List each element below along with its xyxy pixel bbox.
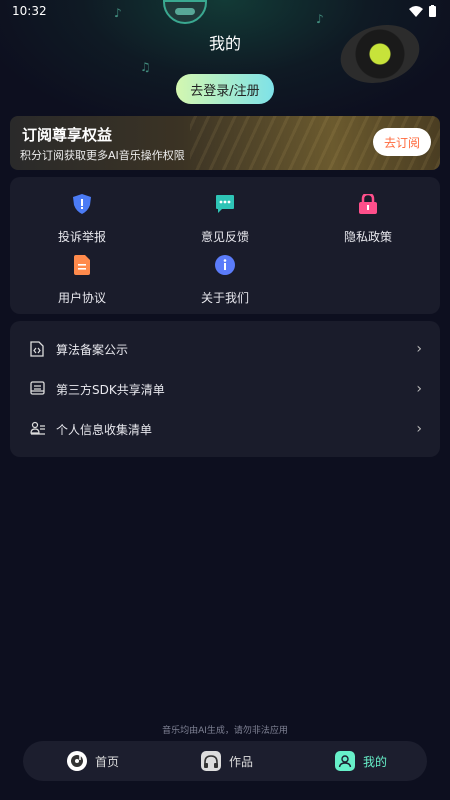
tab-mine[interactable]: 我的 [335,750,387,772]
service-grid-card: 投诉举报 意见反馈 隐私政策 用户协议 关于我们 [10,177,440,314]
vip-title: 订阅尊享权益 [22,126,113,144]
headphones-icon [201,751,221,771]
wifi-icon [409,5,423,17]
chevron-right-icon: › [416,421,422,437]
list-item-personal-info[interactable]: 个人信息收集清单 › [10,409,440,449]
id-card-icon [30,421,46,437]
tab-label: 首页 [95,754,120,769]
list-item-label: 个人信息收集清单 [56,422,153,437]
status-icons [409,5,436,17]
bottom-tab-bar: 首页 作品 我的 [23,741,427,781]
login-register-button[interactable]: 去登录/注册 [176,74,274,104]
grid-item-feedback[interactable]: 意见反馈 [155,193,295,245]
list-item-third-party-sdk[interactable]: 第三方SDK共享清单 › [10,369,440,409]
status-bar: 10:32 [0,0,450,22]
grid-item-complaint[interactable]: 投诉举报 [12,193,152,245]
grid-item-user-agreement[interactable]: 用户协议 [12,254,152,306]
tab-label: 我的 [363,754,388,769]
music-disc-icon [67,751,87,771]
tab-home[interactable]: 首页 [67,750,119,772]
grid-item-label: 投诉举报 [57,230,106,244]
user-icon [335,751,355,771]
grid-item-about-us[interactable]: 关于我们 [155,254,295,306]
ai-music-disclaimer: 音乐均由AI生成，请勿非法应用 [162,726,288,736]
music-note-icon: ♪ [316,12,324,26]
subscribe-button[interactable]: 去订阅 [373,128,431,156]
shield-alert-icon [71,193,93,215]
code-file-icon [30,341,46,357]
battery-icon [429,5,436,17]
tab-label: 作品 [229,754,254,769]
page-title: 我的 [208,34,241,53]
chat-bubble-icon [214,193,236,215]
chevron-right-icon: › [416,381,422,397]
grid-item-label: 意见反馈 [200,230,249,244]
lock-icon [357,193,379,215]
music-note-icon: ♫ [140,60,151,74]
list-item-label: 算法备案公示 [56,342,129,357]
vip-subtitle: 积分订阅获取更多AI音乐操作权限 [20,149,185,162]
music-note-icon: ♪ [114,6,122,20]
list-item-label: 第三方SDK共享清单 [56,382,165,397]
info-list-card: 算法备案公示 › 第三方SDK共享清单 › 个人信息收集清单 › [10,321,440,457]
tab-works[interactable]: 作品 [201,750,253,772]
grid-item-label: 用户协议 [57,291,106,305]
info-icon [214,254,236,276]
list-item-algorithm-filing[interactable]: 算法备案公示 › [10,329,440,369]
grid-item-privacy[interactable]: 隐私政策 [298,193,438,245]
chevron-right-icon: › [416,341,422,357]
grid-item-label: 隐私政策 [343,230,392,244]
vip-banner[interactable]: 订阅尊享权益 积分订阅获取更多AI音乐操作权限 去订阅 [10,116,440,170]
grid-item-label: 关于我们 [200,291,249,305]
document-icon [71,254,93,276]
inbox-tray-icon [30,381,46,397]
status-time: 10:32 [12,4,47,18]
